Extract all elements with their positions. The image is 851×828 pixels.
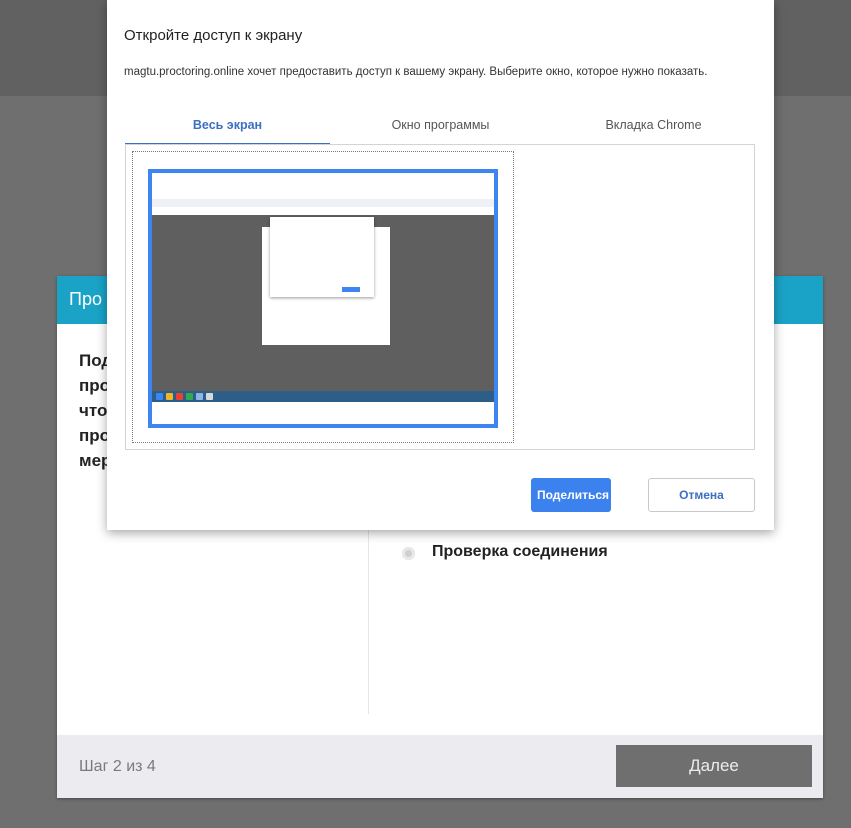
taskbar-app-icon xyxy=(186,393,193,400)
thumbnail-dialog xyxy=(270,217,374,297)
share-screen-dialog: Откройте доступ к экрану magtu.proctorin… xyxy=(107,0,774,530)
thumbnail-taskbar xyxy=(152,391,494,402)
cancel-button[interactable]: Отмена xyxy=(648,478,755,512)
next-button[interactable]: Далее xyxy=(616,745,812,787)
taskbar-app-icon xyxy=(166,393,173,400)
thumbnail-button xyxy=(342,287,360,292)
taskbar-app-icon xyxy=(206,393,213,400)
dialog-description: magtu.proctoring.online хочет предостави… xyxy=(124,66,708,78)
thumbnail-desktop xyxy=(152,215,494,391)
taskbar-app-icon xyxy=(196,393,203,400)
thumbnail-browser-tabs xyxy=(152,199,494,207)
taskbar-app-icon xyxy=(156,393,163,400)
status-radio-icon xyxy=(402,547,415,560)
dialog-title: Откройте доступ к экрану xyxy=(124,27,303,44)
step-indicator: Шаг 2 из 4 xyxy=(79,758,156,775)
connection-check-label: Проверка соединения xyxy=(432,543,608,560)
share-button[interactable]: Поделиться xyxy=(531,478,611,512)
screen-thumbnail xyxy=(148,169,498,428)
tab-entire-screen[interactable]: Весь экран xyxy=(125,118,330,145)
screen-source-item[interactable] xyxy=(132,151,514,443)
tab-application-window[interactable]: Окно программы xyxy=(338,118,543,144)
wizard-footer: Шаг 2 из 4 Далее xyxy=(57,735,823,798)
tab-chrome-tab[interactable]: Вкладка Chrome xyxy=(551,118,756,144)
source-list xyxy=(125,144,755,450)
wizard-title: Про xyxy=(69,289,102,309)
taskbar-app-icon xyxy=(176,393,183,400)
